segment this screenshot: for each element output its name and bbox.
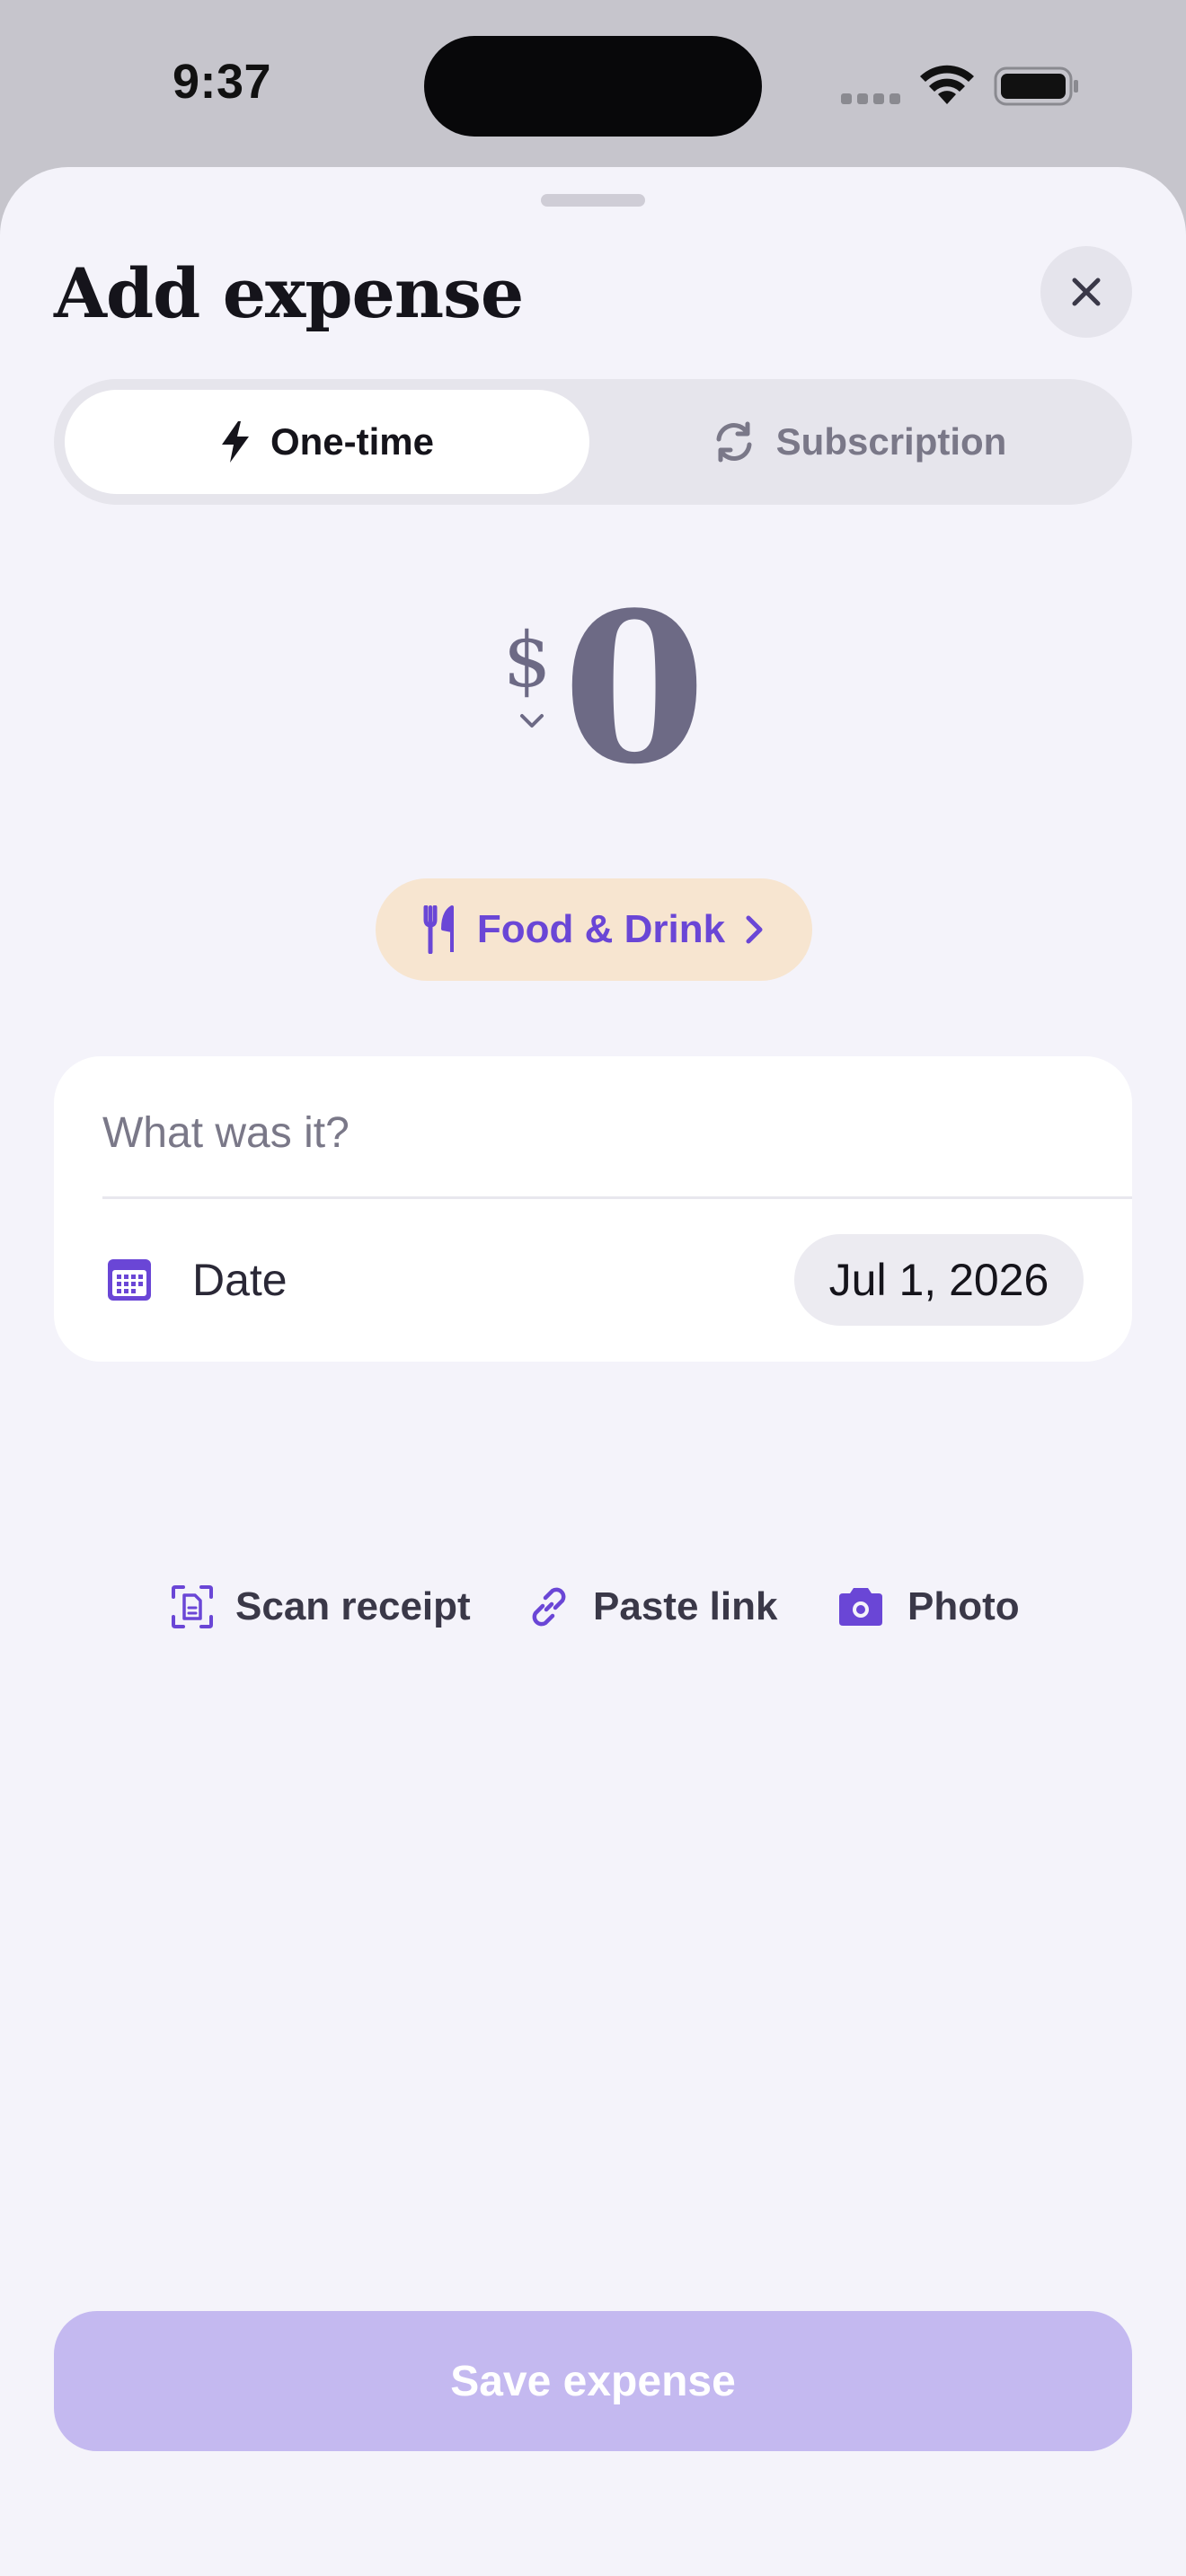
date-picker-button[interactable]: Jul 1, 2026 [794,1234,1084,1326]
chevron-down-icon[interactable] [519,713,544,729]
amount-value[interactable]: 0 [562,586,706,792]
close-button[interactable] [1040,246,1132,338]
paste-link-button[interactable]: Paste link [527,1575,777,1638]
dynamic-island [424,36,762,137]
status-bar: 9:37 [0,0,1186,167]
date-row[interactable]: Date Jul 1, 2026 [54,1200,1132,1362]
battery-icon [994,66,1078,106]
add-expense-sheet: Add expense One-time Subscription $ 0 Fo… [0,167,1186,2576]
close-icon [1072,278,1101,306]
date-label: Date [192,1255,288,1305]
expense-form-card: Date Jul 1, 2026 [54,1056,1132,1362]
divider [102,1196,1132,1199]
scan-receipt-button[interactable]: Scan receipt [171,1575,471,1638]
category-label: Food & Drink [476,907,726,951]
tab-one-time[interactable]: One-time [65,390,589,494]
lightning-icon [221,421,249,463]
scan-receipt-label: Scan receipt [235,1584,471,1628]
link-icon [532,1587,566,1627]
photo-label: Photo [907,1584,1020,1628]
cellular-signal-icon [841,93,902,104]
refresh-icon [716,421,752,463]
attachment-actions: Scan receipt Paste link Photo [0,1575,1186,1638]
tab-subscription-label: Subscription [775,420,1007,463]
amount-display[interactable]: $ 0 [0,586,1186,814]
chevron-right-icon [746,915,763,944]
sheet-grabber[interactable] [541,194,645,207]
scan-document-icon [172,1585,213,1628]
status-time: 9:37 [173,55,272,109]
currency-symbol[interactable]: $ [503,616,551,704]
expense-type-toggle: One-time Subscription [54,379,1132,505]
sheet-title: Add expense [54,253,524,333]
calendar-icon [108,1259,151,1301]
fork-knife-icon [423,905,454,954]
category-picker[interactable]: Food & Drink [376,878,812,981]
photo-button[interactable]: Photo [836,1575,1020,1638]
save-expense-button[interactable]: Save expense [54,2311,1132,2451]
description-input[interactable] [102,1092,1073,1173]
paste-link-label: Paste link [593,1584,778,1628]
tab-subscription[interactable]: Subscription [597,390,1121,494]
wifi-icon [920,65,974,104]
tab-one-time-label: One-time [270,420,435,463]
camera-icon [839,1588,882,1626]
